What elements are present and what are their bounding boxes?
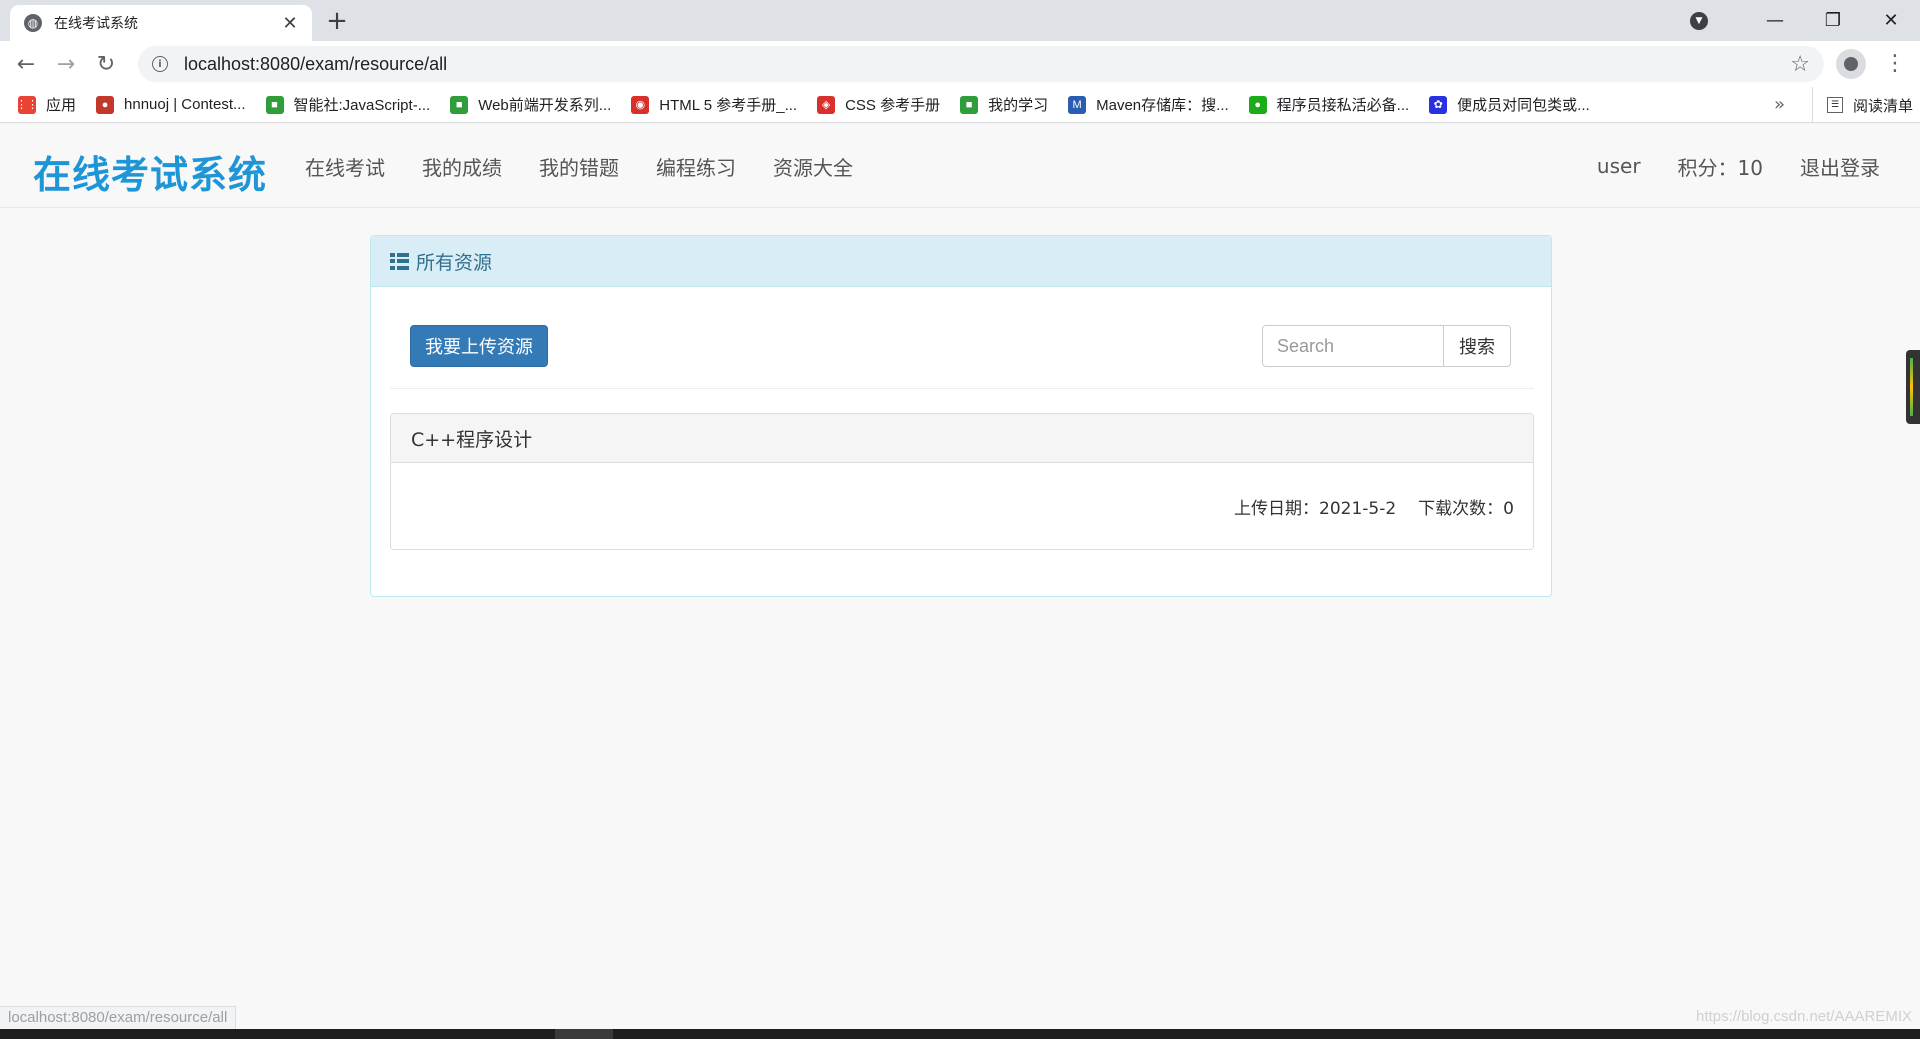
bookmarks-overflow-button[interactable]: » xyxy=(1774,87,1785,123)
wechat-icon: ● xyxy=(1248,95,1267,114)
more-menu-icon[interactable]: ⋮ xyxy=(1880,49,1910,79)
bookmark-green-icon: ■ xyxy=(450,95,469,114)
balloon-icon: ● xyxy=(96,95,115,114)
bookmark-label: 应用 xyxy=(46,97,77,114)
bookmark-label: hnnuoj | Contest... xyxy=(124,96,246,113)
reload-icon[interactable]: ↻ xyxy=(86,46,126,82)
resource-card: C++程序设计 上传日期：2021-5-2 下载次数：0 xyxy=(390,413,1534,550)
panel-title: 所有资源 xyxy=(416,251,493,274)
bookmark-star-icon[interactable]: ☆ xyxy=(1790,52,1810,77)
taskbar-item[interactable] xyxy=(555,1029,613,1039)
window-controls: ▼ — ❐ ✕ xyxy=(1690,0,1920,41)
panel-heading: 所有资源 xyxy=(371,236,1551,287)
tab-title: 在线考试系统 xyxy=(54,16,138,32)
css-logo-icon: ◈ xyxy=(817,95,836,114)
divider xyxy=(390,388,1534,389)
bookmark-item[interactable]: ◈ CSS 参考手册 xyxy=(817,94,940,115)
apps-grid-icon: ⋮⋮ xyxy=(16,95,38,114)
bookmark-item[interactable]: M Maven存储库：搜... xyxy=(1068,94,1229,115)
url-text[interactable]: localhost:8080/exam/resource/all xyxy=(184,54,1790,75)
bookmark-label: HTML 5 参考手册_... xyxy=(659,97,798,114)
reading-list-label: 阅读清单 xyxy=(1853,96,1914,115)
bookmark-item[interactable]: ■ 智能社:JavaScript-... xyxy=(265,94,431,115)
resource-meta: 上传日期：2021-5-2 下载次数：0 xyxy=(1212,494,1514,519)
minimize-button[interactable]: — xyxy=(1746,0,1804,41)
nav-link[interactable]: 我的错题 xyxy=(539,152,619,181)
new-tab-button[interactable]: + xyxy=(322,7,352,37)
nav-link[interactable]: 在线考试 xyxy=(305,152,385,181)
bookmark-green-icon: ■ xyxy=(960,95,979,114)
site-brand[interactable]: 在线考试系统 xyxy=(33,144,267,199)
reading-list-icon: ☰ xyxy=(1827,97,1843,113)
profile-avatar-icon[interactable] xyxy=(1836,49,1866,79)
mvn-icon: M xyxy=(1068,95,1087,114)
bookmarks-bar: ⋮⋮ 应用 ● hnnuoj | Contest... ■ 智能社:JavaScript-… xyxy=(0,87,1920,123)
bookmark-label: 我的学习 xyxy=(988,97,1049,114)
upload-date: 上传日期：2021-5-2 xyxy=(1234,499,1397,519)
owl-icon: ◉ xyxy=(631,95,650,114)
back-arrow-icon[interactable]: ← xyxy=(6,46,46,82)
bookmark-item[interactable]: ■ 我的学习 xyxy=(960,94,1048,115)
status-bar-url: localhost:8080/exam/resource/all xyxy=(0,1006,237,1029)
bookmark-item[interactable]: ● hnnuoj | Contest... xyxy=(96,95,246,114)
resource-name[interactable]: C++程序设计 xyxy=(391,414,1533,463)
bookmark-item[interactable]: ■ Web前端开发系列... xyxy=(450,94,611,115)
reading-list-button[interactable]: ☰ 阅读清单 xyxy=(1812,87,1913,123)
nav-link[interactable]: 我的成绩 xyxy=(422,152,502,181)
restore-button[interactable]: ❐ xyxy=(1804,0,1862,41)
upload-resource-button[interactable]: 我要上传资源 xyxy=(410,325,548,367)
bookmark-item[interactable]: ◉ HTML 5 参考手册_... xyxy=(631,94,797,115)
main-nav: 在线考试 我的成绩 我的错题 编程练习 资源大全 xyxy=(305,124,890,208)
search-group: 搜索 xyxy=(1262,325,1511,367)
forward-arrow-icon[interactable]: → xyxy=(46,46,86,82)
bookmark-item[interactable]: ● 程序员接私活必备... xyxy=(1248,94,1410,115)
watermark: https://blog.csdn.net/AAAREMIX xyxy=(1696,1008,1912,1025)
user-menu: user 积分：10 退出登录 xyxy=(1560,124,1880,208)
resources-panel: 所有资源 我要上传资源 搜索 C++程序设计 上传日期：2021-5-2 下载次… xyxy=(370,235,1552,597)
page-content: 在线考试系统 在线考试 我的成绩 我的错题 编程练习 资源大全 user 积分：10 退… xyxy=(0,124,1920,1029)
browser-toolbar: ← → ↻ i localhost:8080/exam/resource/all… xyxy=(0,41,1920,87)
browser-tabstrip: ◍ 在线考试系统 ✕ + ▼ — ❐ ✕ xyxy=(0,0,1920,41)
download-count: 下载次数：0 xyxy=(1418,499,1514,519)
nav-link[interactable]: 资源大全 xyxy=(773,152,853,181)
bookmark-label: Web前端开发系列... xyxy=(478,97,612,114)
close-window-button[interactable]: ✕ xyxy=(1862,0,1920,41)
close-icon[interactable]: ✕ xyxy=(280,13,300,34)
username-link[interactable]: user xyxy=(1597,154,1641,178)
globe-icon: ◍ xyxy=(24,14,42,32)
bookmark-item[interactable]: ⋮⋮ 应用 xyxy=(16,94,77,115)
site-info-icon[interactable]: i xyxy=(152,56,168,72)
nav-link[interactable]: 编程练习 xyxy=(656,152,736,181)
site-navbar: 在线考试系统 在线考试 我的成绩 我的错题 编程练习 资源大全 user 积分：10 退… xyxy=(0,124,1920,208)
os-taskbar xyxy=(0,1029,1920,1039)
bookmark-label: 便成员对同包类或... xyxy=(1457,97,1590,114)
baidu-paw-icon: ✿ xyxy=(1429,95,1448,114)
bookmark-label: 智能社:JavaScript-... xyxy=(293,97,431,114)
bookmark-item[interactable]: ✿ 便成员对同包类或... xyxy=(1429,94,1590,115)
points-display: 积分：10 xyxy=(1677,155,1763,180)
bookmark-green-icon: ■ xyxy=(265,95,284,114)
address-bar[interactable]: i localhost:8080/exam/resource/all ☆ xyxy=(138,46,1824,82)
bookmark-label: Maven存储库：搜... xyxy=(1096,97,1229,114)
search-button[interactable]: 搜索 xyxy=(1444,325,1511,367)
tab-search-icon[interactable]: ▼ xyxy=(1690,11,1708,30)
logout-link[interactable]: 退出登录 xyxy=(1800,152,1880,181)
side-widget[interactable] xyxy=(1906,350,1920,424)
browser-tab[interactable]: ◍ 在线考试系统 ✕ xyxy=(10,5,312,41)
list-icon xyxy=(390,252,409,270)
bookmark-label: CSS 参考手册 xyxy=(845,97,941,114)
bookmark-label: 程序员接私活必备... xyxy=(1276,97,1410,114)
search-input[interactable] xyxy=(1262,325,1444,367)
